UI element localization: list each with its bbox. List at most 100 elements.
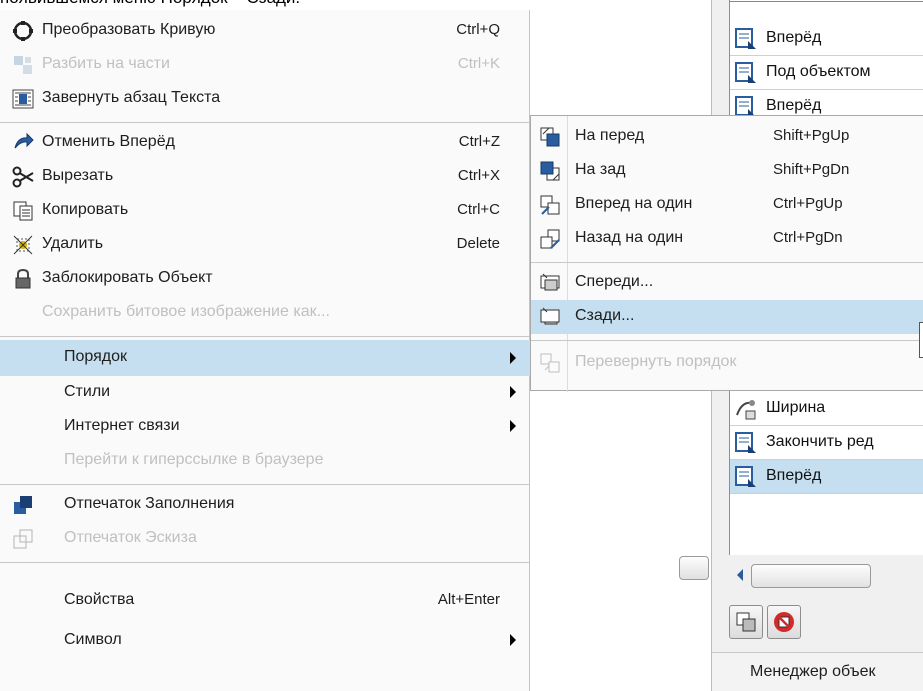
menu-item-label: Удалить (42, 235, 104, 252)
outline-stamp-icon (13, 529, 33, 549)
menu-item-shortcut: Ctrl+X (457, 167, 500, 184)
object-icon (735, 432, 756, 453)
horizontal-scrollbar[interactable] (729, 560, 923, 592)
menu-item-shortcut: Delete (456, 235, 500, 252)
submenu-item-label: Назад на один (575, 229, 684, 246)
submenu-item-forward-one[interactable]: Вперед на один Ctrl+PgUp (531, 188, 923, 222)
wrap-paragraph-icon (12, 89, 34, 109)
submenu-separator (531, 340, 923, 341)
scroll-left-icon[interactable] (737, 569, 743, 581)
fill-stamp-icon (14, 496, 32, 514)
delete-layer-button[interactable] (767, 605, 801, 639)
menu-item-fill-stamp[interactable]: Отпечаток Заполнения (0, 488, 530, 522)
list-item-label: Вперёд (766, 467, 822, 484)
menu-item-cut[interactable]: Вырезать Ctrl+X (0, 160, 530, 194)
object-icon (735, 28, 756, 49)
menu-item-shortcut: Ctrl+K (457, 55, 500, 72)
submenu-item-shortcut: Ctrl+PgUp (773, 195, 843, 212)
menu-item-label: Сохранить битовое изображение как... (42, 303, 330, 320)
list-item[interactable]: Вперёд (730, 22, 923, 56)
list-item[interactable]: Вперёд (730, 460, 923, 494)
delete-icon (13, 235, 33, 255)
submenu-arrow-icon (510, 420, 516, 432)
object-icon (735, 466, 756, 487)
submenu-item-label: На перед (575, 127, 645, 144)
submenu-item-shortcut: Shift+PgDn (773, 161, 850, 178)
submenu-item-behind[interactable]: Сзади... (531, 300, 923, 334)
submenu-item-label: На зад (575, 161, 626, 178)
menu-item-label: Стили (64, 383, 111, 400)
menu-item-internet-links[interactable]: Интернет связи (0, 410, 530, 444)
menu-item-shortcut: Alt+Enter (437, 591, 500, 608)
submenu-arrow-icon (510, 386, 516, 398)
panel-title: Менеджер объек (750, 663, 876, 680)
in-front-of-icon (540, 273, 560, 291)
menu-item-shortcut: Ctrl+Q (456, 21, 500, 38)
object-icon (735, 62, 756, 83)
menu-separator (0, 484, 530, 485)
context-menu: Преобразовать Кривую Ctrl+Q Разбить на ч… (0, 10, 530, 691)
menu-item-label: Перейти к гиперссылке в браузере (64, 451, 324, 468)
menu-item-label: Отпечаток Заполнения (64, 495, 235, 512)
back-one-icon (540, 229, 560, 249)
undo-icon (14, 132, 34, 149)
submenu-item-to-back[interactable]: На зад Shift+PgDn (531, 154, 923, 188)
to-front-icon (540, 127, 560, 147)
menu-item-label: Завернуть абзац Текста (42, 89, 221, 106)
menu-item-label: Копировать (42, 201, 129, 218)
menu-item-properties[interactable]: Свойства Alt+Enter (0, 584, 530, 618)
submenu-item-label: Спереди... (575, 273, 654, 290)
submenu-item-label: Вперед на один (575, 195, 693, 212)
menu-item-label: Свойства (64, 591, 135, 608)
menu-item-undo[interactable]: Отменить Вперёд Ctrl+Z (0, 126, 530, 160)
object-manager-tab[interactable]: Менеджер объек (712, 652, 923, 691)
order-submenu: На перед Shift+PgUp На зад Shift+PgDn Вп… (530, 115, 923, 392)
menu-item-label: Отменить Вперёд (42, 133, 175, 150)
menu-item-label: Интернет связи (64, 417, 180, 434)
submenu-arrow-icon (510, 352, 516, 364)
menu-item-copy[interactable]: Копировать Ctrl+C (0, 194, 530, 228)
submenu-item-back-one[interactable]: Назад на один Ctrl+PgDn (531, 222, 923, 256)
convert-curve-icon (13, 21, 33, 41)
list-item[interactable]: Ширина (730, 392, 923, 426)
menu-separator (0, 562, 530, 563)
menu-item-outline-stamp: Отпечаток Эскиза (0, 522, 530, 556)
menu-item-convert-curve[interactable]: Преобразовать Кривую Ctrl+Q (0, 14, 530, 48)
menu-item-delete[interactable]: Удалить Delete (0, 228, 530, 262)
menu-item-shortcut: Ctrl+Z (458, 133, 500, 150)
list-item[interactable]: Под объектом (730, 56, 923, 90)
menu-separator (0, 122, 530, 123)
menu-item-label: Разбить на части (42, 55, 170, 72)
submenu-separator (531, 262, 923, 263)
menu-item-break-apart: Разбить на части Ctrl+K (0, 48, 530, 82)
small-button[interactable] (679, 556, 709, 580)
menu-item-save-bitmap: Сохранить битовое изображение как... (0, 296, 530, 330)
list-item[interactable]: Закончить ред (730, 426, 923, 460)
delete-layer-icon (774, 612, 794, 632)
break-apart-icon (14, 56, 32, 74)
layer-manager-button[interactable] (729, 605, 763, 639)
menu-item-label: Вырезать (42, 167, 114, 184)
list-item-label: Вперёд (766, 29, 822, 46)
menu-item-label: Порядок (64, 348, 128, 365)
submenu-item-label: Сзади... (575, 307, 635, 324)
menu-item-label: Заблокировать Объект (42, 269, 213, 286)
menu-item-styles[interactable]: Стили (0, 376, 530, 410)
scroll-thumb[interactable] (751, 564, 871, 588)
scissors-icon (12, 166, 34, 188)
menu-item-symbol[interactable]: Символ (0, 624, 530, 658)
submenu-item-label: Перевернуть порядок (575, 353, 737, 370)
menu-item-order[interactable]: Порядок (0, 340, 530, 376)
menu-item-lock-object[interactable]: Заблокировать Объект (0, 262, 530, 296)
submenu-item-in-front-of[interactable]: Спереди... (531, 266, 923, 300)
caption-text: появившемся меню Порядок – Сзади. (0, 0, 300, 10)
menu-separator (0, 336, 530, 337)
behind-icon (540, 307, 560, 325)
list-item-label: Вперёд (766, 97, 822, 114)
list-item-label: Ширина (766, 399, 826, 416)
width-icon (736, 400, 756, 420)
submenu-item-to-front[interactable]: На перед Shift+PgUp (531, 120, 923, 154)
menu-item-wrap-paragraph[interactable]: Завернуть абзац Текста (0, 82, 530, 116)
submenu-item-shortcut: Shift+PgUp (773, 127, 850, 144)
reverse-order-icon (540, 353, 560, 373)
